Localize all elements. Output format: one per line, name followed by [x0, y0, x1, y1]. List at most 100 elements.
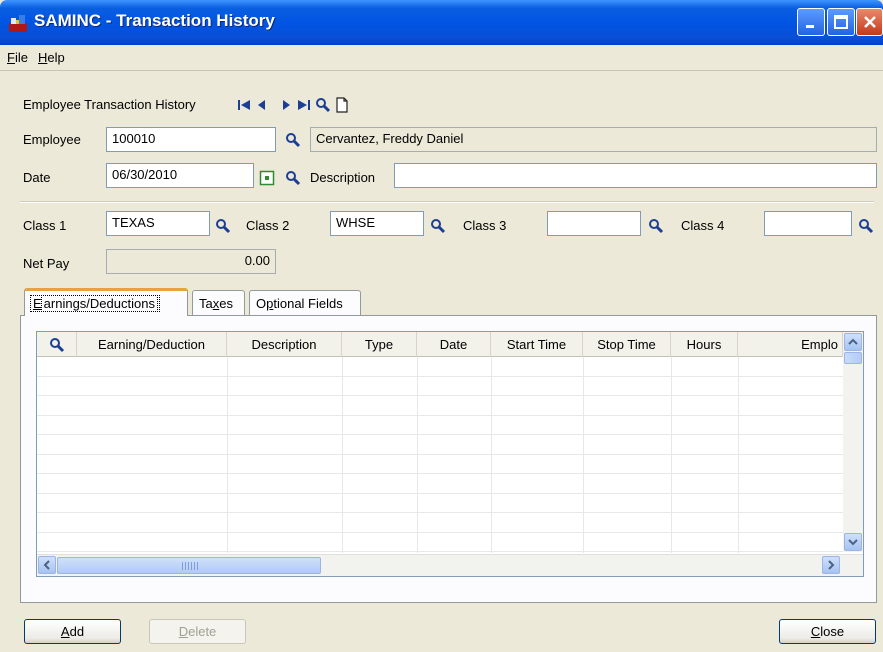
class2-field[interactable]: WHSE [330, 211, 424, 236]
table-row[interactable] [37, 416, 843, 435]
first-record-icon[interactable] [237, 97, 251, 113]
menu-file-mnemonic: F [7, 50, 15, 65]
chevron-left-icon [43, 560, 50, 570]
class1-field[interactable]: TEXAS [106, 211, 210, 236]
tab-optional-label-end: tional Fields [273, 296, 343, 311]
table-row[interactable] [37, 396, 843, 416]
menu-help[interactable]: Help [38, 50, 65, 65]
class4-label: Class 4 [681, 218, 725, 233]
class4-finder-icon[interactable] [858, 218, 874, 234]
section-divider [20, 201, 874, 203]
grid-col-line [738, 357, 739, 553]
employee-label: Employee [23, 132, 81, 147]
scroll-up-button[interactable] [844, 333, 862, 351]
next-record-icon[interactable] [279, 97, 293, 113]
tab-optional-fields[interactable]: Optional Fields [249, 290, 361, 315]
table-row[interactable] [37, 533, 843, 552]
add-mnemonic: A [60, 624, 70, 639]
tab-taxes-label-start: Ta [199, 296, 213, 311]
new-document-icon[interactable] [334, 97, 350, 113]
app-icon [9, 15, 27, 32]
minimize-button[interactable] [797, 8, 825, 36]
add-button[interactable]: Add [24, 619, 121, 644]
chevron-down-icon [848, 539, 858, 546]
chevron-up-icon [848, 338, 858, 345]
add-label: dd [69, 624, 85, 639]
netpay-label: Net Pay [23, 256, 70, 271]
tab-taxes[interactable]: Taxes [192, 290, 245, 315]
transactions-grid[interactable]: Earning/Deduction Description Type Date … [36, 331, 864, 577]
grid-search-icon[interactable] [49, 337, 65, 353]
close-button[interactable]: Close [779, 619, 876, 644]
column-date[interactable]: Date [417, 332, 491, 357]
class3-field[interactable] [547, 211, 641, 236]
last-record-icon[interactable] [297, 97, 311, 113]
close-label: lose [820, 624, 845, 639]
horizontal-scroll-thumb[interactable] [57, 557, 321, 574]
maximize-icon [834, 15, 848, 29]
grid-col-line [417, 357, 418, 553]
tab-earnings-deductions[interactable]: Earnings/Deductions [24, 288, 188, 316]
table-row[interactable] [37, 357, 843, 377]
menu-help-label: elp [47, 50, 65, 65]
menu-bar: File Help [0, 45, 883, 71]
table-row[interactable] [37, 513, 843, 533]
delete-label: elete [188, 624, 217, 639]
calendar-icon[interactable] [259, 170, 275, 186]
column-employee[interactable]: Emplo [738, 332, 843, 357]
nav-label: Employee Transaction History [23, 97, 196, 112]
chevron-right-icon [828, 560, 835, 570]
tab-earnings-deductions-label: Earnings/Deductions [30, 295, 160, 312]
employee-field[interactable]: 100010 [106, 127, 276, 152]
column-hours[interactable]: Hours [671, 332, 738, 357]
grid-col-line [491, 357, 492, 553]
table-row[interactable] [37, 435, 843, 455]
window-title: SAMINC - Transaction History [34, 11, 275, 30]
grid-search-header[interactable] [37, 332, 77, 357]
scroll-down-button[interactable] [844, 533, 862, 551]
table-row[interactable] [37, 494, 843, 513]
class2-finder-icon[interactable] [430, 218, 446, 234]
date-field[interactable]: 06/30/2010 [106, 163, 254, 188]
class4-field[interactable] [764, 211, 852, 236]
vertical-scrollbar[interactable] [843, 332, 863, 552]
description-field[interactable] [394, 163, 877, 188]
horizontal-scrollbar[interactable] [37, 554, 863, 576]
tab-taxes-label-end: es [219, 296, 233, 311]
scroll-right-button[interactable] [822, 556, 840, 574]
class3-finder-icon[interactable] [648, 218, 664, 234]
date-finder-icon[interactable] [285, 170, 301, 186]
netpay-field: 0.00 [106, 249, 276, 274]
employee-finder-icon[interactable] [285, 132, 301, 148]
previous-record-icon[interactable] [255, 97, 269, 113]
menu-file[interactable]: File [7, 50, 28, 65]
table-row[interactable] [37, 455, 843, 474]
grid-col-line [583, 357, 584, 553]
menu-help-mnemonic: H [38, 50, 48, 65]
search-icon[interactable] [315, 97, 331, 113]
column-stop-time[interactable]: Stop Time [583, 332, 671, 357]
menu-file-label: ile [14, 50, 28, 65]
grid-col-line [342, 357, 343, 553]
maximize-button[interactable] [827, 8, 855, 36]
column-description[interactable]: Description [227, 332, 342, 357]
class1-label: Class 1 [23, 218, 67, 233]
class1-finder-icon[interactable] [215, 218, 231, 234]
vertical-scroll-thumb[interactable] [844, 352, 862, 364]
class3-label: Class 3 [463, 218, 507, 233]
scroll-left-button[interactable] [38, 556, 56, 574]
grid-col-line [671, 357, 672, 553]
scroll-grip [182, 562, 198, 570]
minimize-icon [806, 25, 814, 28]
delete-button[interactable]: Delete [149, 619, 246, 644]
column-earning-deduction[interactable]: Earning/Deduction [77, 332, 227, 357]
date-label: Date [23, 170, 51, 185]
column-type[interactable]: Type [342, 332, 417, 357]
delete-mnemonic: D [178, 624, 189, 639]
title-bar[interactable]: SAMINC - Transaction History [0, 0, 883, 45]
table-row[interactable] [37, 377, 843, 396]
tab-optional-label-start: O [256, 296, 267, 311]
close-window-button[interactable] [856, 8, 883, 36]
table-row[interactable] [37, 474, 843, 494]
column-start-time[interactable]: Start Time [491, 332, 583, 357]
